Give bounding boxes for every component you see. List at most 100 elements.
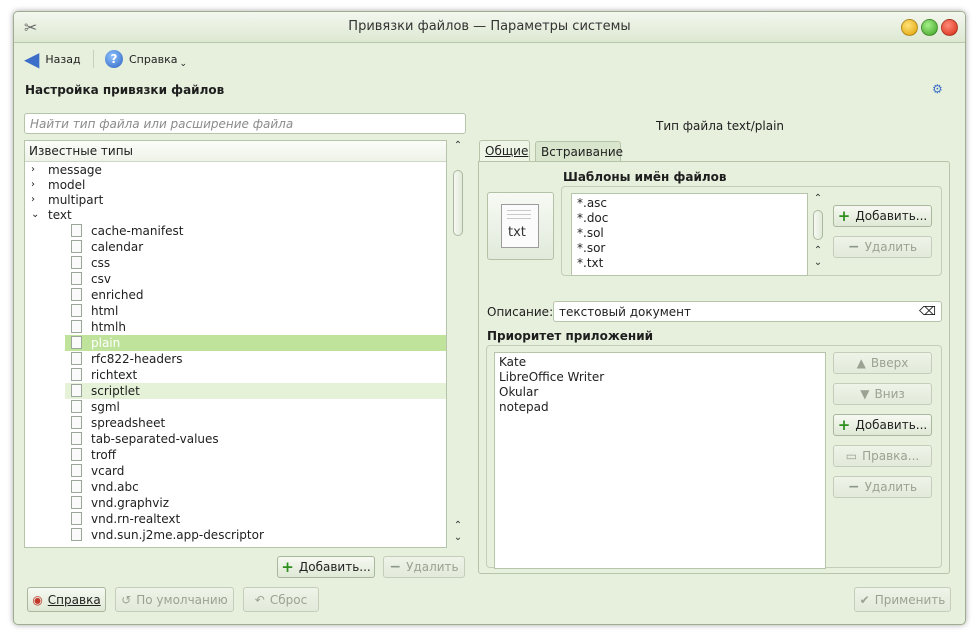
add-type-button[interactable]: + Добавить... (277, 556, 375, 578)
pattern-item[interactable]: *.doc (577, 211, 802, 226)
app-item[interactable]: notepad (499, 400, 821, 415)
reset-button[interactable]: ↶ Сброс (243, 587, 319, 612)
patterns-list[interactable]: *.asc *.doc *.sol *.sor *.txt (571, 193, 808, 276)
tab-embedding[interactable]: Встраивание (535, 141, 623, 163)
tree-group-label: text (48, 208, 72, 222)
scrollbar-thumb[interactable] (453, 170, 463, 236)
scroll-up-arrow-bottom[interactable]: ⌃ (452, 520, 464, 531)
tree-item-label: sgml (91, 400, 120, 414)
add-pattern-button[interactable]: + Добавить... (833, 205, 932, 227)
file-type-icon (71, 288, 82, 301)
pattern-item[interactable]: *.sor (577, 241, 802, 256)
tree-item[interactable]: cache-manifest (65, 223, 446, 239)
help-menu-button[interactable]: ? Справка ⌄ (105, 48, 187, 70)
tree-item[interactable]: vnd.sun.j2me.app-descriptor (65, 527, 446, 543)
app-item[interactable]: LibreOffice Writer (499, 370, 821, 385)
tree-item[interactable]: htmlh (65, 319, 446, 335)
file-type-icon (71, 400, 82, 413)
add-app-button[interactable]: + Добавить... (833, 414, 932, 436)
add-app-label: Добавить... (855, 418, 928, 432)
scroll-down-arrow[interactable]: ⌄ (452, 532, 464, 543)
file-type-icon (71, 224, 82, 237)
tab-general-label: Общие (485, 144, 529, 158)
file-type-icon (71, 352, 82, 365)
tree-item[interactable]: tab-separated-values (65, 431, 446, 447)
add-pattern-label: Добавить... (855, 209, 928, 223)
tree-item[interactable]: sgml (65, 399, 446, 415)
known-types-list[interactable]: Известные типы › message › model › multipart ⌄… (24, 140, 447, 548)
tree-item[interactable]: vcard (65, 463, 446, 479)
tree-group-multipart[interactable]: › multipart (25, 192, 446, 208)
expand-icon[interactable]: › (31, 162, 35, 178)
apps-list[interactable]: Kate LibreOffice Writer Okular notepad (494, 352, 826, 569)
minus-icon: − (847, 479, 860, 495)
advanced-settings-icon[interactable]: ⚙ (932, 82, 943, 96)
pattern-item[interactable]: *.sol (577, 226, 802, 241)
tree-item-label: spreadsheet (91, 416, 166, 430)
app-item[interactable]: Kate (499, 355, 821, 370)
remove-app-button[interactable]: − Удалить (833, 476, 932, 498)
scroll-up-arrow-bottom[interactable]: ⌃ (812, 245, 824, 256)
move-down-button[interactable]: ▼ Вниз (833, 383, 932, 405)
back-arrow-icon: ◀ (24, 47, 40, 71)
pattern-item[interactable]: *.txt (577, 256, 802, 271)
defaults-label: По умолчанию (136, 592, 228, 607)
remove-pattern-button[interactable]: − Удалить (833, 236, 932, 258)
tree-item[interactable]: vnd.abc (65, 479, 446, 495)
tab-general[interactable]: Общие (479, 140, 530, 162)
tree-group-label: message (48, 163, 102, 177)
tree-item[interactable]: plain (65, 335, 446, 351)
file-type-icon (71, 528, 82, 541)
search-input[interactable]: Найти тип файла или расширение файла (24, 113, 466, 134)
expand-icon[interactable]: › (31, 177, 35, 193)
tree-item-label: vnd.abc (91, 480, 139, 494)
tree-item[interactable]: enriched (65, 287, 446, 303)
scroll-up-arrow[interactable]: ⌃ (812, 193, 824, 204)
tree-group-model[interactable]: › model (25, 177, 446, 193)
tree-item[interactable]: css (65, 255, 446, 271)
edit-app-button[interactable]: ▭ Правка... (833, 445, 932, 467)
known-types-tree: › message › model › multipart ⌄ text cache-manif… (25, 162, 446, 547)
move-up-button[interactable]: ▲ Вверх (833, 352, 932, 374)
known-types-scrollbar[interactable]: ⌃ ⌃ ⌄ (452, 140, 464, 548)
maximize-button[interactable] (921, 19, 938, 36)
clear-text-icon[interactable]: ⌫ (919, 304, 936, 318)
tree-group-text[interactable]: ⌄ text (25, 207, 446, 223)
file-type-icon (71, 512, 82, 525)
back-button[interactable]: ◀ Назад (24, 48, 81, 70)
remove-type-button[interactable]: − Удалить (383, 556, 465, 578)
app-item[interactable]: Okular (499, 385, 821, 400)
tree-item[interactable]: richtext (65, 367, 446, 383)
apply-button[interactable]: ✔ Применить (854, 587, 951, 612)
minimize-button[interactable] (901, 19, 918, 36)
file-type-icon (71, 272, 82, 285)
tree-item-label: tab-separated-values (91, 432, 219, 446)
footer-help-button[interactable]: ◉ Справка (27, 587, 106, 612)
filetype-label: Тип файла text/plain (656, 119, 785, 133)
tree-item-label: rfc822-headers (91, 352, 183, 366)
help-book-icon: ◉ (32, 592, 43, 607)
tree-item[interactable]: spreadsheet (65, 415, 446, 431)
defaults-button[interactable]: ↺ По умолчанию (115, 587, 234, 612)
tree-item[interactable]: troff (65, 447, 446, 463)
filetype-icon-button[interactable]: txt (487, 192, 554, 260)
expand-open-icon[interactable]: ⌄ (31, 207, 39, 223)
scrollbar-thumb[interactable] (813, 210, 823, 240)
tree-group-message[interactable]: › message (25, 162, 446, 178)
tree-item[interactable]: html (65, 303, 446, 319)
priority-title: Приоритет приложений (487, 329, 654, 343)
tree-item-label: richtext (91, 368, 138, 382)
tree-item[interactable]: vnd.graphviz (65, 495, 446, 511)
tree-item[interactable]: csv (65, 271, 446, 287)
close-button[interactable] (941, 19, 958, 36)
scroll-down-arrow[interactable]: ⌄ (812, 257, 824, 268)
scroll-up-arrow[interactable]: ⌃ (452, 140, 464, 151)
tree-item[interactable]: scriptlet (65, 383, 446, 399)
tree-item[interactable]: vnd.rn-realtext (65, 511, 446, 527)
description-input[interactable]: текстовый документ ⌫ (553, 301, 942, 322)
tree-item[interactable]: calendar (65, 239, 446, 255)
expand-icon[interactable]: › (31, 192, 35, 208)
pattern-item[interactable]: *.asc (577, 196, 802, 211)
patterns-scrollbar[interactable]: ⌃ ⌃ ⌄ (812, 193, 824, 273)
tree-item[interactable]: rfc822-headers (65, 351, 446, 367)
